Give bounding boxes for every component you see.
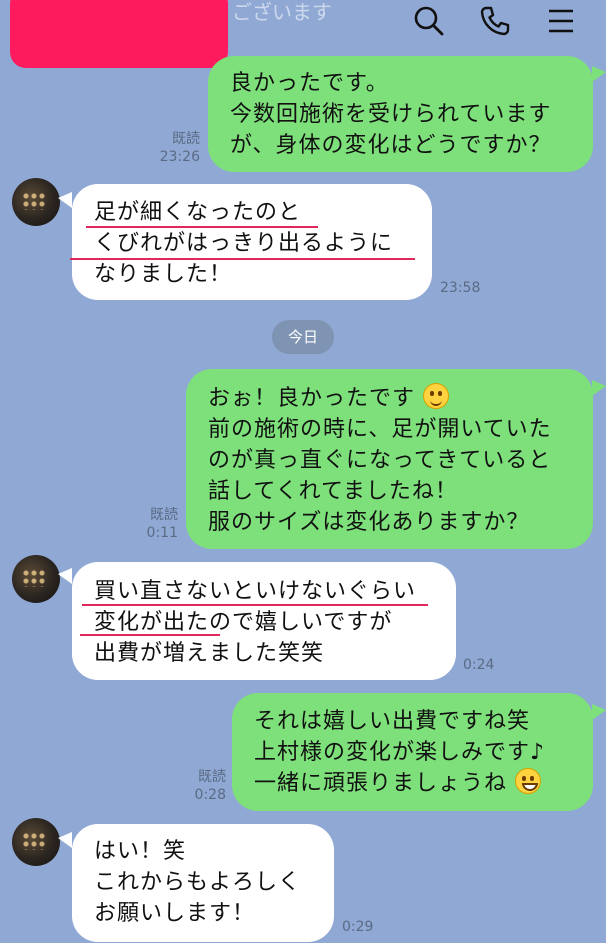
avatar[interactable] [12, 555, 60, 603]
message-line: それは嬉しい出費ですね笑 [254, 709, 531, 734]
message-meta: 既読 0:11 [128, 506, 178, 542]
message-line: のが真っ直ぐになってきていると [208, 448, 552, 473]
message-line: 今数回施術を受けられています [230, 102, 552, 127]
read-receipt: 既読 [198, 769, 226, 785]
date-separator: 今日 [272, 320, 334, 354]
message-line: 一緒に頑張りましょうね [254, 768, 571, 799]
phone-icon[interactable] [478, 4, 512, 38]
redacted-contact-name [10, 0, 228, 68]
grinning-face-emoji [515, 768, 542, 794]
message-line: なりました！ [94, 262, 233, 287]
message-bubble[interactable]: おぉ！良かったです 前の施術の時に、足が開いていた のが真っ直ぐになってきている… [186, 369, 593, 549]
message-meta: 既読 23:26 [150, 130, 200, 166]
highlight-underline [70, 258, 415, 260]
bubble-tail [58, 192, 72, 208]
message-time: 23:58 [440, 280, 481, 296]
message-bubble[interactable]: それは嬉しい出費ですね笑 上村様の変化が楽しみです♪ 一緒に頑張りましょうね [232, 693, 593, 811]
message-time: 23:26 [159, 149, 200, 165]
message-line: 買い直さないといけないぐらい [94, 579, 417, 604]
message-line: 服のサイズは変化ありますか？ [208, 510, 530, 535]
avatar[interactable] [12, 178, 60, 226]
message-bubble[interactable]: 良かったです。 今数回施術を受けられています が、身体の変化はどうですか？ [208, 56, 593, 172]
message-time: 0:28 [194, 787, 226, 803]
message-line: 上村様の変化が楽しみです♪ [254, 740, 546, 765]
search-icon[interactable] [412, 4, 446, 38]
message-line: はい！笑 [94, 839, 187, 864]
message-time: 0:11 [146, 525, 178, 541]
message-line: 良かったです。 [230, 71, 389, 96]
bubble-tail [58, 568, 72, 584]
read-receipt: 既読 [150, 507, 178, 523]
highlight-underline [86, 226, 318, 228]
bubble-tail [592, 66, 606, 82]
message-line: お願いします！ [94, 901, 256, 926]
message-line: 出費が増えました笑笑 [94, 641, 325, 666]
message-time: 0:24 [463, 657, 495, 673]
message-bubble[interactable]: 足が細くなったのと くびれがはっきり出るように なりました！ [72, 184, 432, 300]
message-line: 話してくれてましたね！ [208, 479, 458, 504]
message-line: くびれがはっきり出るように [94, 231, 394, 256]
bubble-tail [592, 704, 606, 720]
read-receipt: 既読 [172, 131, 200, 147]
message-line: が、身体の変化はどうですか？ [230, 133, 552, 158]
message-time: 0:29 [342, 919, 374, 935]
highlight-underline [80, 634, 220, 636]
menu-icon[interactable] [544, 4, 578, 38]
bubble-tail [592, 380, 606, 396]
message-meta: 既読 0:28 [176, 768, 226, 804]
avatar[interactable] [12, 818, 60, 866]
message-bubble[interactable]: 買い直さないといけないぐらい 変化が出たので嬉しいですが 出費が増えました笑笑 [72, 562, 456, 680]
message-line: 足が細くなったのと [94, 200, 302, 225]
bubble-tail [58, 832, 72, 848]
chat-header: ございます [0, 0, 606, 68]
message-line: 前の施術の時に、足が開いていた [208, 417, 552, 442]
message-line: これからもよろしく [94, 870, 302, 895]
smiling-face-emoji [423, 383, 450, 409]
highlight-underline [82, 604, 428, 606]
message-bubble[interactable]: はい！笑 これからもよろしく お願いします！ [72, 824, 334, 942]
message-line: おぉ！良かったです [208, 383, 571, 414]
